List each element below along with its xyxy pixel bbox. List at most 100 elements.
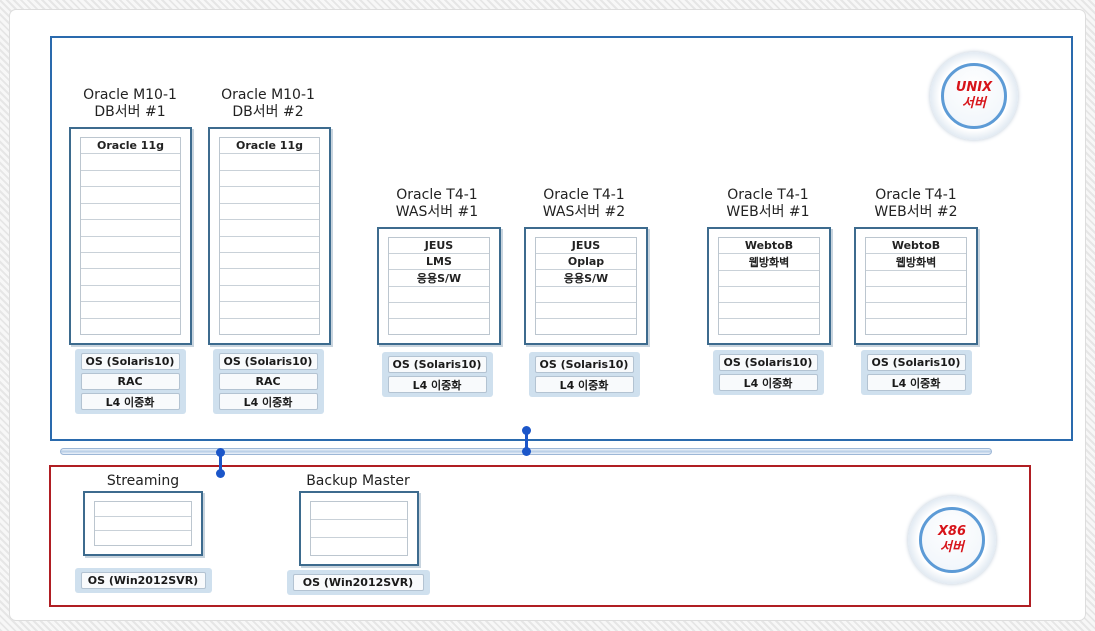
server-software-list: JEUS LMS 응용S/W <box>388 237 490 335</box>
software-row: Oracle 11g <box>220 138 319 155</box>
server-tag: OS (Win2012SVR) <box>292 574 424 591</box>
server-software-list: WebtoB 웹방화벽 <box>865 237 967 335</box>
software-row <box>220 319 319 334</box>
software-row: JEUS <box>389 238 489 254</box>
server-tag: L4 이중화 <box>218 393 318 410</box>
software-row <box>220 253 319 270</box>
server-box: WebtoB 웹방화벽 <box>707 227 831 345</box>
software-row <box>220 286 319 303</box>
software-row <box>220 171 319 188</box>
software-row <box>81 154 180 171</box>
software-row <box>866 271 966 287</box>
server-tag: L4 이중화 <box>718 374 818 391</box>
server-title: Oracle T4-1 WEB서버 #1 <box>688 187 848 221</box>
server-tag: L4 이중화 <box>534 376 634 393</box>
software-row <box>866 319 966 334</box>
unix-server-badge: UNIX 서버 <box>930 52 1018 140</box>
server-title-line: WEB서버 #1 <box>726 204 810 220</box>
server-tag: OS (Solaris10) <box>387 356 487 373</box>
software-row: Oracle 11g <box>81 138 180 155</box>
server-tag: OS (Win2012SVR) <box>80 572 206 589</box>
server-title-line: DB서버 #1 <box>94 104 166 120</box>
server-title-line: Oracle T4-1 <box>875 187 957 203</box>
x86-badge-icon: X86 서버 <box>919 507 985 573</box>
server-tag: L4 이중화 <box>80 393 180 410</box>
software-row: 웹방화벽 <box>866 254 966 271</box>
server-tag: RAC <box>80 373 180 390</box>
software-row <box>81 269 180 286</box>
server-software-list <box>310 501 408 556</box>
server-box <box>299 491 419 566</box>
software-row <box>81 286 180 303</box>
x86-link-dot-top <box>216 448 225 457</box>
software-row <box>389 319 489 334</box>
server-tags: OS (Solaris10) L4 이중화 <box>381 352 493 397</box>
x86-badge-line1: X86 <box>937 524 967 539</box>
server-tags: OS (Solaris10) RAC L4 이중화 <box>74 349 186 414</box>
software-row: WebtoB <box>719 238 819 254</box>
software-row <box>536 303 636 319</box>
software-row <box>220 220 319 237</box>
software-row <box>389 287 489 303</box>
server-tag: OS (Solaris10) <box>80 353 180 370</box>
unix-badge-icon: UNIX 서버 <box>941 63 1007 129</box>
server-box: Oracle 11g <box>208 127 331 345</box>
server-title-line: Oracle T4-1 <box>543 187 625 203</box>
software-row: LMS <box>389 254 489 270</box>
software-row <box>81 187 180 204</box>
software-row <box>311 538 407 555</box>
software-row <box>866 287 966 303</box>
server-title-line: Streaming <box>106 473 180 489</box>
software-row <box>536 319 636 334</box>
software-row: 응용S/W <box>536 270 636 287</box>
server-box: JEUS Oplap 응용S/W <box>524 227 648 345</box>
server-title: Streaming <box>63 473 223 490</box>
server-title: Oracle T4-1 WAS서버 #2 <box>504 187 664 221</box>
server-tag: L4 이중화 <box>387 376 487 393</box>
server-software-list: WebtoB 웹방화벽 <box>718 237 820 335</box>
software-row <box>311 502 407 520</box>
software-row <box>95 517 191 532</box>
server-title-line: WAS서버 #1 <box>395 204 479 220</box>
software-row <box>81 302 180 319</box>
unix-link-dot-bottom <box>522 447 531 456</box>
software-row <box>220 302 319 319</box>
software-row <box>81 253 180 270</box>
server-box: Oracle 11g <box>69 127 192 345</box>
server-title-line: WAS서버 #2 <box>542 204 626 220</box>
server-title: Oracle M10-1 DB서버 #1 <box>50 87 210 121</box>
server-tag: OS (Solaris10) <box>718 354 818 371</box>
software-row <box>220 269 319 286</box>
software-row <box>81 237 180 253</box>
software-row: 웹방화벽 <box>719 254 819 271</box>
software-row: Oplap <box>536 254 636 270</box>
software-row <box>719 319 819 334</box>
software-row: 응용S/W <box>389 270 489 287</box>
software-row <box>81 204 180 221</box>
server-tag: OS (Solaris10) <box>866 354 966 371</box>
server-tags: OS (Win2012SVR) <box>286 570 430 595</box>
software-row <box>95 531 191 545</box>
server-title: Oracle T4-1 WEB서버 #2 <box>836 187 996 221</box>
server-tags: OS (Solaris10) RAC L4 이중화 <box>212 349 324 414</box>
server-box: WebtoB 웹방화벽 <box>854 227 978 345</box>
x86-server-badge: X86 서버 <box>908 496 996 584</box>
server-title-line: WEB서버 #2 <box>874 204 958 220</box>
server-title-line: Oracle T4-1 <box>396 187 478 203</box>
software-row <box>866 303 966 319</box>
server-tag: OS (Solaris10) <box>218 353 318 370</box>
server-tags: OS (Win2012SVR) <box>74 568 212 593</box>
software-row <box>311 520 407 538</box>
software-row <box>719 271 819 287</box>
server-title-line: DB서버 #2 <box>232 104 304 120</box>
x86-badge-line2: 서버 <box>940 540 964 555</box>
server-tags: OS (Solaris10) L4 이중화 <box>712 350 824 395</box>
software-row <box>220 204 319 221</box>
software-row <box>81 220 180 237</box>
server-software-list: Oracle 11g <box>80 137 181 335</box>
software-row <box>220 237 319 253</box>
software-row <box>719 287 819 303</box>
software-row: JEUS <box>536 238 636 254</box>
server-tag: RAC <box>218 373 318 390</box>
software-row <box>719 303 819 319</box>
